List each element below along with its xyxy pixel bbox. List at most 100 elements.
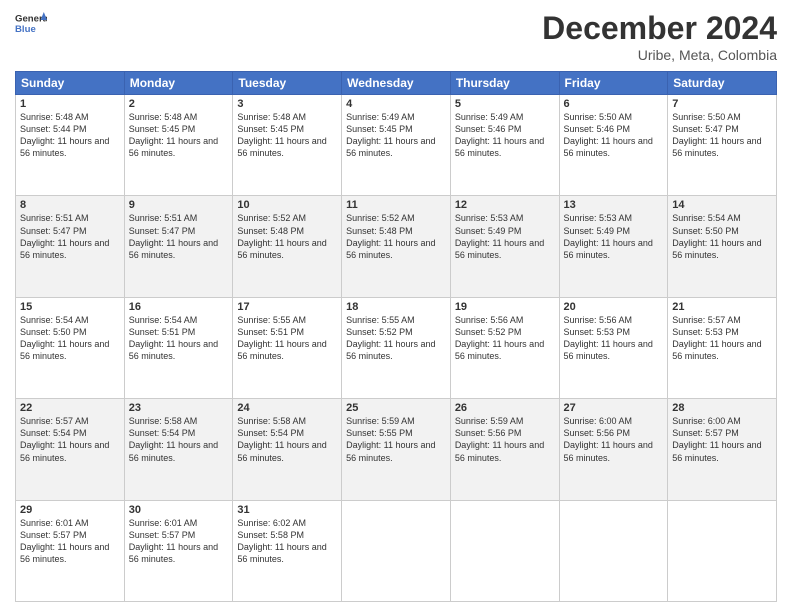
calendar-cell: 12Sunrise: 5:53 AMSunset: 5:49 PMDayligh… <box>450 196 559 297</box>
weekday-header-saturday: Saturday <box>668 72 777 95</box>
calendar-cell: 26Sunrise: 5:59 AMSunset: 5:56 PMDayligh… <box>450 399 559 500</box>
day-info: Sunrise: 6:00 AMSunset: 5:57 PMDaylight:… <box>672 415 772 464</box>
calendar-cell: 23Sunrise: 5:58 AMSunset: 5:54 PMDayligh… <box>124 399 233 500</box>
day-number: 22 <box>20 402 120 414</box>
day-info: Sunrise: 5:58 AMSunset: 5:54 PMDaylight:… <box>237 415 337 464</box>
calendar-cell: 10Sunrise: 5:52 AMSunset: 5:48 PMDayligh… <box>233 196 342 297</box>
calendar-cell: 4Sunrise: 5:49 AMSunset: 5:45 PMDaylight… <box>342 95 451 196</box>
logo: General Blue <box>15 10 47 38</box>
day-number: 17 <box>237 301 337 313</box>
day-info: Sunrise: 5:56 AMSunset: 5:52 PMDaylight:… <box>455 314 555 363</box>
day-info: Sunrise: 5:55 AMSunset: 5:51 PMDaylight:… <box>237 314 337 363</box>
calendar-cell <box>668 500 777 601</box>
calendar-cell: 6Sunrise: 5:50 AMSunset: 5:46 PMDaylight… <box>559 95 668 196</box>
weekday-header-sunday: Sunday <box>16 72 125 95</box>
day-number: 8 <box>20 199 120 211</box>
day-info: Sunrise: 5:49 AMSunset: 5:46 PMDaylight:… <box>455 111 555 160</box>
day-info: Sunrise: 5:52 AMSunset: 5:48 PMDaylight:… <box>346 212 446 261</box>
calendar-cell: 31Sunrise: 6:02 AMSunset: 5:58 PMDayligh… <box>233 500 342 601</box>
day-number: 6 <box>564 98 664 110</box>
calendar-cell: 5Sunrise: 5:49 AMSunset: 5:46 PMDaylight… <box>450 95 559 196</box>
calendar-cell <box>450 500 559 601</box>
day-info: Sunrise: 6:00 AMSunset: 5:56 PMDaylight:… <box>564 415 664 464</box>
calendar-page: General Blue December 2024 Uribe, Meta, … <box>0 0 792 612</box>
logo-icon: General Blue <box>15 10 47 38</box>
calendar-cell: 16Sunrise: 5:54 AMSunset: 5:51 PMDayligh… <box>124 297 233 398</box>
day-number: 26 <box>455 402 555 414</box>
day-info: Sunrise: 5:48 AMSunset: 5:45 PMDaylight:… <box>237 111 337 160</box>
calendar-cell: 1Sunrise: 5:48 AMSunset: 5:44 PMDaylight… <box>16 95 125 196</box>
day-number: 25 <box>346 402 446 414</box>
day-info: Sunrise: 5:53 AMSunset: 5:49 PMDaylight:… <box>564 212 664 261</box>
day-number: 14 <box>672 199 772 211</box>
day-number: 10 <box>237 199 337 211</box>
weekday-header-friday: Friday <box>559 72 668 95</box>
day-number: 16 <box>129 301 229 313</box>
calendar-cell: 28Sunrise: 6:00 AMSunset: 5:57 PMDayligh… <box>668 399 777 500</box>
weekday-header-wednesday: Wednesday <box>342 72 451 95</box>
calendar-cell: 11Sunrise: 5:52 AMSunset: 5:48 PMDayligh… <box>342 196 451 297</box>
day-info: Sunrise: 5:51 AMSunset: 5:47 PMDaylight:… <box>20 212 120 261</box>
day-info: Sunrise: 5:59 AMSunset: 5:55 PMDaylight:… <box>346 415 446 464</box>
day-info: Sunrise: 5:48 AMSunset: 5:45 PMDaylight:… <box>129 111 229 160</box>
day-info: Sunrise: 5:54 AMSunset: 5:50 PMDaylight:… <box>672 212 772 261</box>
calendar-subtitle: Uribe, Meta, Colombia <box>542 47 777 63</box>
day-info: Sunrise: 5:55 AMSunset: 5:52 PMDaylight:… <box>346 314 446 363</box>
calendar-cell: 20Sunrise: 5:56 AMSunset: 5:53 PMDayligh… <box>559 297 668 398</box>
day-number: 31 <box>237 504 337 516</box>
day-number: 11 <box>346 199 446 211</box>
day-number: 18 <box>346 301 446 313</box>
calendar-cell: 18Sunrise: 5:55 AMSunset: 5:52 PMDayligh… <box>342 297 451 398</box>
day-number: 9 <box>129 199 229 211</box>
day-number: 2 <box>129 98 229 110</box>
day-number: 28 <box>672 402 772 414</box>
day-info: Sunrise: 5:48 AMSunset: 5:44 PMDaylight:… <box>20 111 120 160</box>
calendar-cell: 9Sunrise: 5:51 AMSunset: 5:47 PMDaylight… <box>124 196 233 297</box>
day-number: 29 <box>20 504 120 516</box>
calendar-cell: 13Sunrise: 5:53 AMSunset: 5:49 PMDayligh… <box>559 196 668 297</box>
day-info: Sunrise: 5:52 AMSunset: 5:48 PMDaylight:… <box>237 212 337 261</box>
day-number: 20 <box>564 301 664 313</box>
day-info: Sunrise: 5:59 AMSunset: 5:56 PMDaylight:… <box>455 415 555 464</box>
calendar-cell: 25Sunrise: 5:59 AMSunset: 5:55 PMDayligh… <box>342 399 451 500</box>
day-number: 24 <box>237 402 337 414</box>
calendar-cell: 27Sunrise: 6:00 AMSunset: 5:56 PMDayligh… <box>559 399 668 500</box>
day-number: 15 <box>20 301 120 313</box>
day-info: Sunrise: 5:54 AMSunset: 5:51 PMDaylight:… <box>129 314 229 363</box>
day-info: Sunrise: 5:56 AMSunset: 5:53 PMDaylight:… <box>564 314 664 363</box>
day-info: Sunrise: 5:53 AMSunset: 5:49 PMDaylight:… <box>455 212 555 261</box>
calendar-cell: 29Sunrise: 6:01 AMSunset: 5:57 PMDayligh… <box>16 500 125 601</box>
calendar-cell: 2Sunrise: 5:48 AMSunset: 5:45 PMDaylight… <box>124 95 233 196</box>
day-number: 23 <box>129 402 229 414</box>
day-info: Sunrise: 6:01 AMSunset: 5:57 PMDaylight:… <box>20 517 120 566</box>
day-number: 27 <box>564 402 664 414</box>
day-number: 1 <box>20 98 120 110</box>
header: General Blue December 2024 Uribe, Meta, … <box>15 10 777 63</box>
calendar-cell: 8Sunrise: 5:51 AMSunset: 5:47 PMDaylight… <box>16 196 125 297</box>
day-info: Sunrise: 5:54 AMSunset: 5:50 PMDaylight:… <box>20 314 120 363</box>
title-section: December 2024 Uribe, Meta, Colombia <box>542 10 777 63</box>
weekday-header-thursday: Thursday <box>450 72 559 95</box>
day-number: 12 <box>455 199 555 211</box>
calendar-cell: 19Sunrise: 5:56 AMSunset: 5:52 PMDayligh… <box>450 297 559 398</box>
day-info: Sunrise: 5:50 AMSunset: 5:46 PMDaylight:… <box>564 111 664 160</box>
day-info: Sunrise: 5:57 AMSunset: 5:54 PMDaylight:… <box>20 415 120 464</box>
day-number: 4 <box>346 98 446 110</box>
day-number: 5 <box>455 98 555 110</box>
calendar-cell: 17Sunrise: 5:55 AMSunset: 5:51 PMDayligh… <box>233 297 342 398</box>
day-number: 21 <box>672 301 772 313</box>
day-number: 7 <box>672 98 772 110</box>
weekday-header-monday: Monday <box>124 72 233 95</box>
day-info: Sunrise: 5:49 AMSunset: 5:45 PMDaylight:… <box>346 111 446 160</box>
calendar-cell: 21Sunrise: 5:57 AMSunset: 5:53 PMDayligh… <box>668 297 777 398</box>
calendar-cell <box>342 500 451 601</box>
calendar-cell: 3Sunrise: 5:48 AMSunset: 5:45 PMDaylight… <box>233 95 342 196</box>
calendar-table: SundayMondayTuesdayWednesdayThursdayFrid… <box>15 71 777 602</box>
weekday-header-tuesday: Tuesday <box>233 72 342 95</box>
day-number: 13 <box>564 199 664 211</box>
calendar-cell: 24Sunrise: 5:58 AMSunset: 5:54 PMDayligh… <box>233 399 342 500</box>
day-info: Sunrise: 5:51 AMSunset: 5:47 PMDaylight:… <box>129 212 229 261</box>
day-info: Sunrise: 6:01 AMSunset: 5:57 PMDaylight:… <box>129 517 229 566</box>
calendar-cell: 7Sunrise: 5:50 AMSunset: 5:47 PMDaylight… <box>668 95 777 196</box>
calendar-cell: 15Sunrise: 5:54 AMSunset: 5:50 PMDayligh… <box>16 297 125 398</box>
